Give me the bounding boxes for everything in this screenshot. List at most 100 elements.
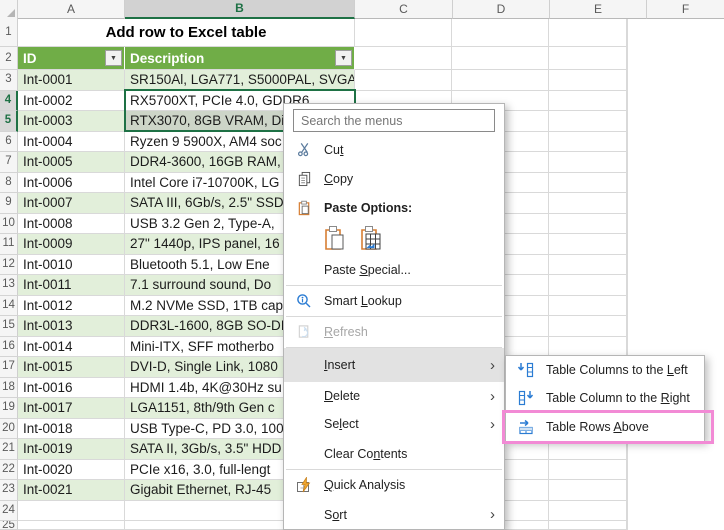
menu-item-copy[interactable]: Copy [284,164,504,193]
cell-F1[interactable] [549,19,627,47]
table-header-id[interactable]: ID ▼ [18,47,125,70]
row-header-23[interactable]: 23 [0,480,18,501]
menu-item-delete[interactable]: Delete › [284,382,504,410]
row-header-8[interactable]: 8 [0,172,18,193]
cell-A15[interactable]: Int-0013 [18,316,125,337]
cell-undefined2[interactable] [627,47,628,70]
cell-A9[interactable]: Int-0007 [18,193,125,214]
table-header-description[interactable]: Description ▼ [125,47,355,70]
column-header-B[interactable]: B [125,0,355,19]
cell-undefined1[interactable] [627,19,628,47]
cell-F2[interactable] [549,47,627,70]
menu-item-smart-lookup[interactable]: Smart Lookup [284,286,504,316]
cell-B3[interactable]: SR150Al, LGA771, S5000PAL, SVGA [125,70,355,91]
cell-A8[interactable]: Int-0006 [18,172,125,193]
cell-E3[interactable] [452,70,549,91]
cell-undefined12[interactable] [627,254,628,275]
cell-F15[interactable] [549,316,627,337]
cell-F25[interactable] [549,521,627,530]
row-header-14[interactable]: 14 [0,295,18,316]
row-header-13[interactable]: 13 [0,275,18,296]
select-all-button[interactable] [0,0,18,19]
cell-A13[interactable]: Int-0011 [18,275,125,296]
row-header-7[interactable]: 7 [0,152,18,173]
cell-A10[interactable]: Int-0008 [18,213,125,234]
cell-A14[interactable]: Int-0012 [18,295,125,316]
cell-F3[interactable] [549,70,627,91]
cell-F24[interactable] [549,500,627,521]
cell-A6[interactable]: Int-0004 [18,131,125,152]
cell-undefined25[interactable] [627,521,628,530]
cell-F12[interactable] [549,254,627,275]
cell-A4[interactable]: Int-0002 [18,90,125,111]
row-header-17[interactable]: 17 [0,357,18,378]
cell-F7[interactable] [549,152,627,173]
row-header-19[interactable]: 19 [0,398,18,419]
cell-undefined9[interactable] [627,193,628,214]
cell-F16[interactable] [549,336,627,357]
cell-F22[interactable] [549,459,627,480]
menu-item-insert[interactable]: Insert › [284,348,504,382]
column-header-F[interactable]: F [647,0,724,19]
cell-F11[interactable] [549,234,627,255]
column-header-D[interactable]: D [453,0,550,19]
submenu-item-table-column-right[interactable]: Table Column to the Right [506,384,704,412]
cell-undefined8[interactable] [627,172,628,193]
cell-undefined14[interactable] [627,295,628,316]
cell-A18[interactable]: Int-0016 [18,377,125,398]
cell-undefined21[interactable] [627,439,628,460]
cell-F14[interactable] [549,295,627,316]
row-header-21[interactable]: 21 [0,439,18,460]
row-header-4[interactable]: 4 [0,90,18,111]
cell-A23[interactable]: Int-0021 [18,480,125,501]
cell-A7[interactable]: Int-0005 [18,152,125,173]
filter-dropdown-id[interactable]: ▼ [105,50,122,66]
column-header-C[interactable]: C [355,0,453,19]
row-header-1[interactable]: 1 [0,19,18,47]
row-header-2[interactable]: 2 [0,47,18,70]
cell-undefined6[interactable] [627,131,628,152]
paste-icon[interactable] [322,224,348,252]
filter-dropdown-description[interactable]: ▼ [335,50,352,66]
cell-F23[interactable] [549,480,627,501]
submenu-item-table-rows-above[interactable]: Table Rows Above [506,413,704,441]
cell-F6[interactable] [549,131,627,152]
row-header-15[interactable]: 15 [0,316,18,337]
menu-item-cut[interactable]: Cut [284,135,504,164]
cell-D2[interactable] [355,47,452,70]
cell-undefined24[interactable] [627,500,628,521]
menu-item-sort[interactable]: Sort › [284,500,504,529]
cell-A5[interactable]: Int-0003 [18,111,125,132]
cell-F13[interactable] [549,275,627,296]
cell-E2[interactable] [452,47,549,70]
cell-F10[interactable] [549,213,627,234]
cell-undefined15[interactable] [627,316,628,337]
row-header-20[interactable]: 20 [0,418,18,439]
cell-undefined5[interactable] [627,111,628,132]
row-header-10[interactable]: 10 [0,213,18,234]
row-header-12[interactable]: 12 [0,254,18,275]
cell-A11[interactable]: Int-0009 [18,234,125,255]
cell-A17[interactable]: Int-0015 [18,357,125,378]
cell-F8[interactable] [549,172,627,193]
column-header-E[interactable]: E [550,0,647,19]
cell-A16[interactable]: Int-0014 [18,336,125,357]
cell-undefined16[interactable] [627,336,628,357]
cell-undefined22[interactable] [627,459,628,480]
row-header-24[interactable]: 24 [0,500,18,521]
cell-A20[interactable]: Int-0018 [18,418,125,439]
row-header-11[interactable]: 11 [0,234,18,255]
cell-A25[interactable] [18,521,125,530]
cell-undefined13[interactable] [627,275,628,296]
row-header-5[interactable]: 5 [0,111,18,132]
cell-undefined3[interactable] [627,70,628,91]
cell-F21[interactable] [549,439,627,460]
menu-item-clear-contents[interactable]: Clear Contents [284,438,504,469]
menu-item-quick-analysis[interactable]: Quick Analysis [284,470,504,500]
cell-F4[interactable] [549,90,627,111]
cell-A12[interactable]: Int-0010 [18,254,125,275]
cell-A19[interactable]: Int-0017 [18,398,125,419]
cell-undefined10[interactable] [627,213,628,234]
row-header-16[interactable]: 16 [0,336,18,357]
cell-A24[interactable] [18,500,125,521]
